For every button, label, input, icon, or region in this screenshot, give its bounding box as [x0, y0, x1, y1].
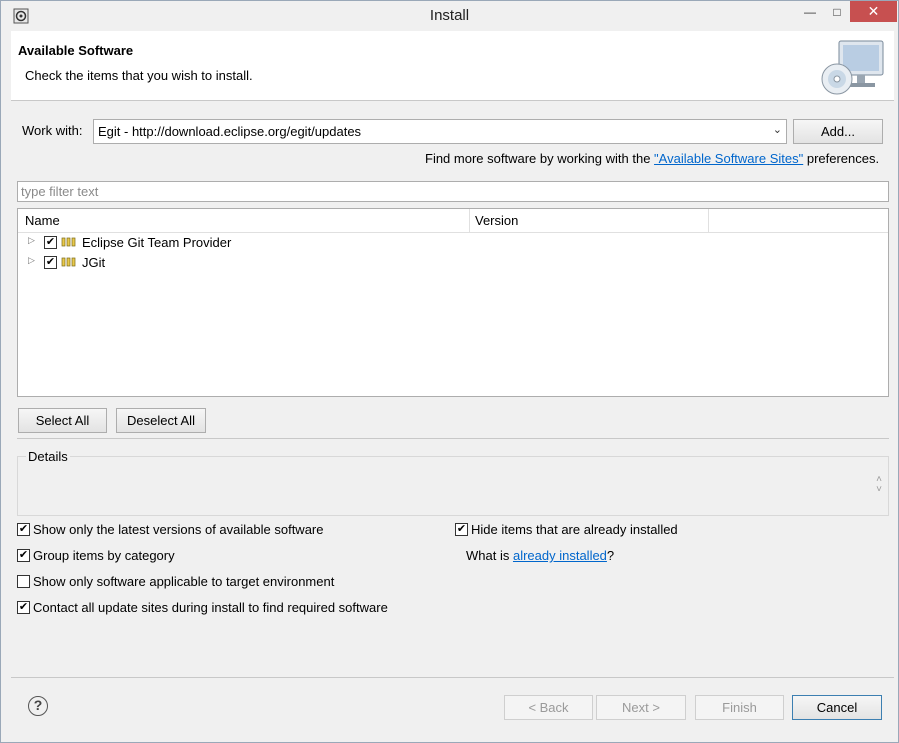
expand-triangle-icon[interactable]: ▷ [28, 235, 35, 246]
hide-installed-label: Hide items that are already installed [471, 522, 678, 537]
back-button[interactable]: < Back [504, 695, 593, 720]
main-content: Work with: Egit - http://download.eclips… [11, 101, 894, 677]
cancel-button[interactable]: Cancel [792, 695, 882, 720]
filter-placeholder: type filter text [21, 184, 99, 199]
row-checkbox[interactable]: ✔ [44, 236, 57, 249]
group-by-category-label: Group items by category [33, 548, 175, 563]
footer-divider [11, 677, 894, 678]
column-divider[interactable] [708, 209, 709, 233]
contact-sites-checkbox[interactable]: ✔ [17, 601, 30, 614]
install-dialog: Install — □ ✕ Available Software Check t… [0, 0, 899, 743]
column-header-version[interactable]: Version [475, 213, 518, 228]
find-more-suffix: preferences. [803, 151, 880, 166]
find-more-prefix: Find more software by working with the [425, 151, 655, 166]
title-bar: Install — □ ✕ [1, 1, 898, 31]
help-icon[interactable]: ? [28, 696, 48, 716]
close-button[interactable]: ✕ [850, 1, 897, 22]
applicable-target-checkbox[interactable] [17, 575, 30, 588]
select-all-button[interactable]: Select All [18, 408, 107, 433]
already-installed-link[interactable]: already installed [513, 548, 607, 563]
install-software-icon [821, 40, 884, 95]
feature-group-icon [61, 237, 76, 247]
details-group: Details ˄ ˅ [17, 449, 889, 516]
minimize-button[interactable]: — [796, 1, 824, 22]
banner-title: Available Software [18, 43, 134, 58]
details-label: Details [26, 449, 70, 464]
contact-sites-label: Contact all update sites during install … [33, 600, 388, 615]
scroll-arrows-icon[interactable]: ˄ ˅ [876, 475, 882, 495]
row-checkbox[interactable]: ✔ [44, 256, 57, 269]
what-is-prefix: What is [466, 548, 513, 563]
column-divider[interactable] [469, 209, 470, 233]
window-title: Install [429, 7, 470, 24]
table-row[interactable]: ▷ ✔ Eclipse Git Team Provider [18, 233, 888, 253]
table-row[interactable]: ▷ ✔ JGit [18, 253, 888, 273]
work-with-combo[interactable]: Egit - http://download.eclipse.org/egit/… [93, 119, 787, 144]
row-name: Eclipse Git Team Provider [82, 235, 232, 250]
applicable-target-label: Show only software applicable to target … [33, 574, 335, 589]
work-with-label: Work with: [22, 123, 83, 138]
banner-subtitle: Check the items that you wish to install… [25, 68, 253, 83]
feature-group-icon [61, 257, 76, 267]
filter-input[interactable]: type filter text [17, 181, 889, 202]
latest-versions-label: Show only the latest versions of availab… [33, 522, 324, 537]
header-banner: Available Software Check the items that … [11, 31, 894, 101]
software-table[interactable]: Name Version ▷ ✔ Eclipse Git Team Provid… [17, 208, 889, 397]
what-is-installed-text: What is already installed? [466, 548, 614, 563]
finish-button[interactable]: Finish [695, 695, 784, 720]
hide-installed-checkbox[interactable]: ✔ [455, 523, 468, 536]
find-more-text: Find more software by working with the "… [425, 151, 879, 166]
table-header: Name Version [18, 209, 888, 233]
maximize-button[interactable]: □ [823, 1, 851, 22]
group-by-category-checkbox[interactable]: ✔ [17, 549, 30, 562]
next-button[interactable]: Next > [596, 695, 686, 720]
column-header-name[interactable]: Name [25, 213, 60, 228]
row-name: JGit [82, 255, 106, 270]
expand-triangle-icon[interactable]: ▷ [28, 255, 35, 266]
section-divider [17, 438, 889, 439]
available-software-sites-link[interactable]: "Available Software Sites" [654, 151, 803, 166]
add-button[interactable]: Add... [793, 119, 883, 144]
deselect-all-button[interactable]: Deselect All [116, 408, 206, 433]
chevron-down-icon[interactable]: ⌄ [773, 123, 782, 136]
work-with-value: Egit - http://download.eclipse.org/egit/… [98, 124, 362, 139]
what-is-suffix: ? [606, 548, 615, 563]
latest-versions-checkbox[interactable]: ✔ [17, 523, 30, 536]
